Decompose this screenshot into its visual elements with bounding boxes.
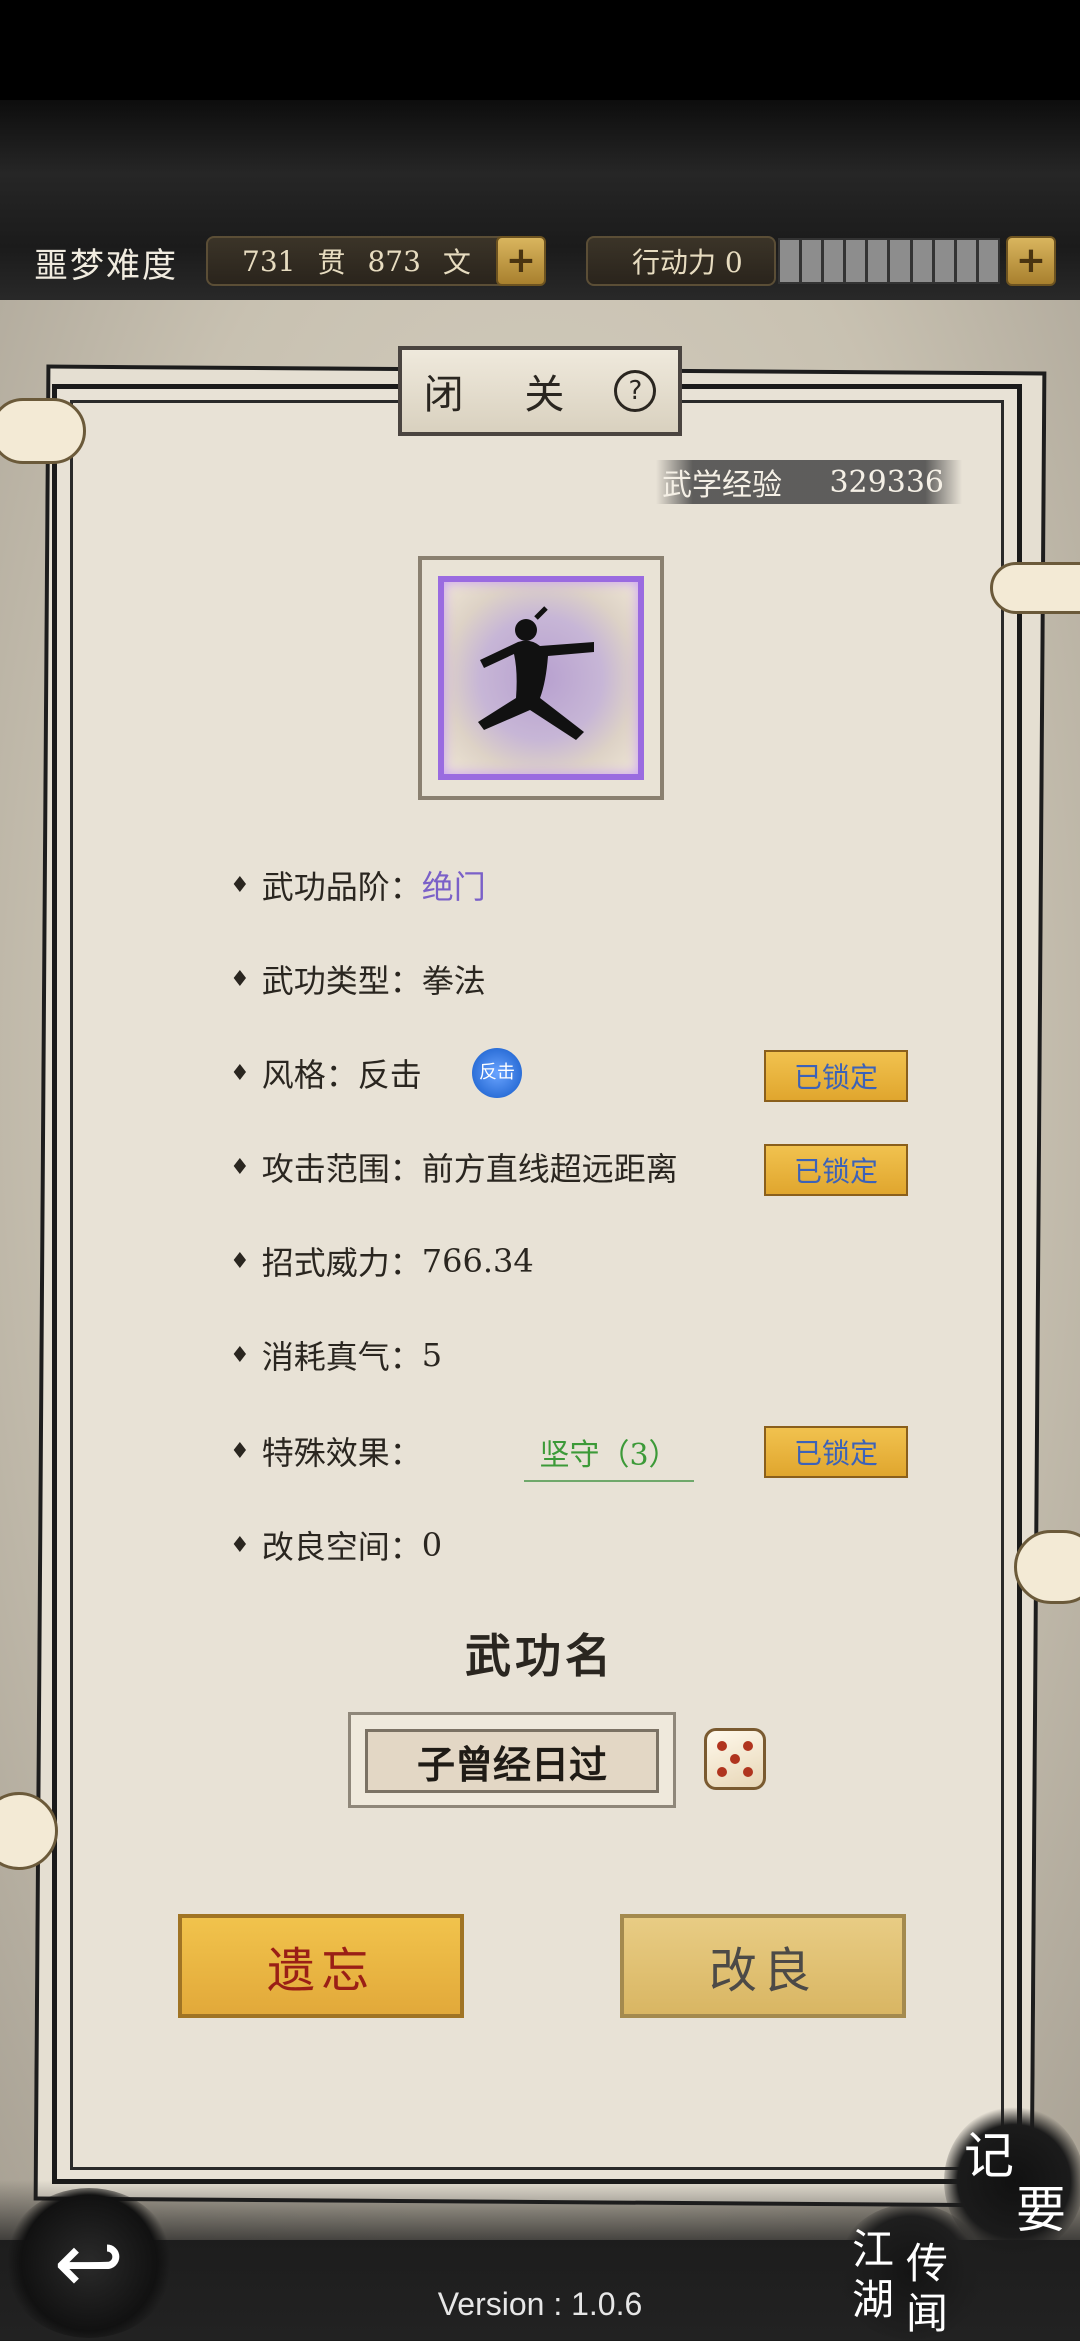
skill-name-heading: 武功名 <box>465 1629 615 1683</box>
special-effect-link[interactable]: 坚守（3） <box>524 1424 694 1482</box>
attr-value: 反击 <box>357 1056 422 1094</box>
attr-label: 武功类型： <box>261 962 422 1000</box>
status-bar-area <box>0 0 1080 100</box>
cloud-ornament-icon <box>1014 1530 1080 1604</box>
attr-row-grade: ♦ 武功品阶： 绝门 <box>230 860 486 910</box>
plus-icon: + <box>1015 240 1047 281</box>
exp-label: 武学经验 <box>662 468 782 503</box>
attr-value: 5 <box>421 1336 443 1374</box>
help-icon[interactable]: ? <box>614 370 657 412</box>
attr-value: 绝门 <box>421 868 486 906</box>
random-name-dice-icon[interactable] <box>704 1728 766 1790</box>
forget-button[interactable]: 遗忘 <box>178 1914 464 2018</box>
attr-value: 766.34 <box>421 1242 534 1280</box>
cloud-ornament-icon <box>990 562 1080 614</box>
attr-row-style: ♦ 风格： 反击 <box>230 1048 422 1098</box>
money-display: 731 贯 873 文 <box>206 236 536 286</box>
guan-unit: 贯 <box>317 246 346 279</box>
wen-unit: 文 <box>442 246 471 279</box>
plus-icon: + <box>505 240 537 281</box>
notes-char: 要 <box>1016 2181 1066 2239</box>
notes-char: 记 <box>964 2127 1014 2185</box>
attr-label: 特殊效果： <box>261 1434 422 1472</box>
attr-label: 攻击范围： <box>261 1150 422 1188</box>
attr-row-improve-space: ♦ 改良空间： 0 <box>230 1520 442 1570</box>
action-points-display: 行动力 0 <box>586 236 776 286</box>
martial-exp-display: 武学经验 329336 <box>656 460 962 504</box>
panel-title-text: 闭 关 <box>423 372 589 418</box>
attr-label: 消耗真气： <box>261 1338 422 1376</box>
attr-label: 招式威力： <box>261 1244 422 1282</box>
improve-button[interactable]: 改良 <box>620 1914 906 2018</box>
guan-value: 731 <box>242 244 296 278</box>
rumors-char: 闻 <box>906 2289 949 2338</box>
add-action-points-button[interactable]: + <box>1006 236 1056 286</box>
skill-name-field[interactable]: 子曾经日过 <box>348 1712 676 1808</box>
attr-label: 风格： <box>261 1056 358 1094</box>
skill-portrait <box>418 556 664 800</box>
lock-button-style[interactable]: 已锁定 <box>764 1050 908 1102</box>
action-points-label: 行动力 0 <box>632 246 743 279</box>
attr-value: 前方直线超远距离 <box>421 1150 678 1188</box>
panel-title: 闭 关 ? <box>398 346 682 436</box>
lock-button-range[interactable]: 已锁定 <box>764 1144 908 1196</box>
counter-style-icon[interactable]: 反击 <box>472 1048 522 1098</box>
attr-value: 0 <box>421 1526 443 1564</box>
wen-value: 873 <box>367 244 421 278</box>
difficulty-label: 噩梦难度 <box>34 246 178 286</box>
rumors-char: 湖 <box>852 2275 895 2324</box>
attr-row-power: ♦ 招式威力： 766.34 <box>230 1236 534 1286</box>
exp-value: 329336 <box>829 464 944 500</box>
action-points-bar <box>778 238 1000 284</box>
attr-row-type: ♦ 武功类型： 拳法 <box>230 954 486 1004</box>
attr-value: 拳法 <box>421 962 486 1000</box>
rumors-button[interactable]: 江 湖 传 闻 <box>836 2204 986 2340</box>
cloud-ornament-icon <box>0 398 86 464</box>
skill-portrait-inner <box>438 576 644 780</box>
skill-name-value[interactable]: 子曾经日过 <box>365 1729 659 1793</box>
attr-row-qi-cost: ♦ 消耗真气： 5 <box>230 1330 442 1380</box>
lock-button-special[interactable]: 已锁定 <box>764 1426 908 1478</box>
add-money-button[interactable]: + <box>496 236 546 286</box>
attr-label: 改良空间： <box>261 1528 422 1566</box>
attr-row-range: ♦ 攻击范围： 前方直线超远距离 <box>230 1142 678 1192</box>
attr-row-special: ♦ 特殊效果： <box>230 1426 422 1476</box>
martial-artist-silhouette-icon <box>478 606 594 740</box>
attr-label: 武功品阶： <box>261 868 422 906</box>
